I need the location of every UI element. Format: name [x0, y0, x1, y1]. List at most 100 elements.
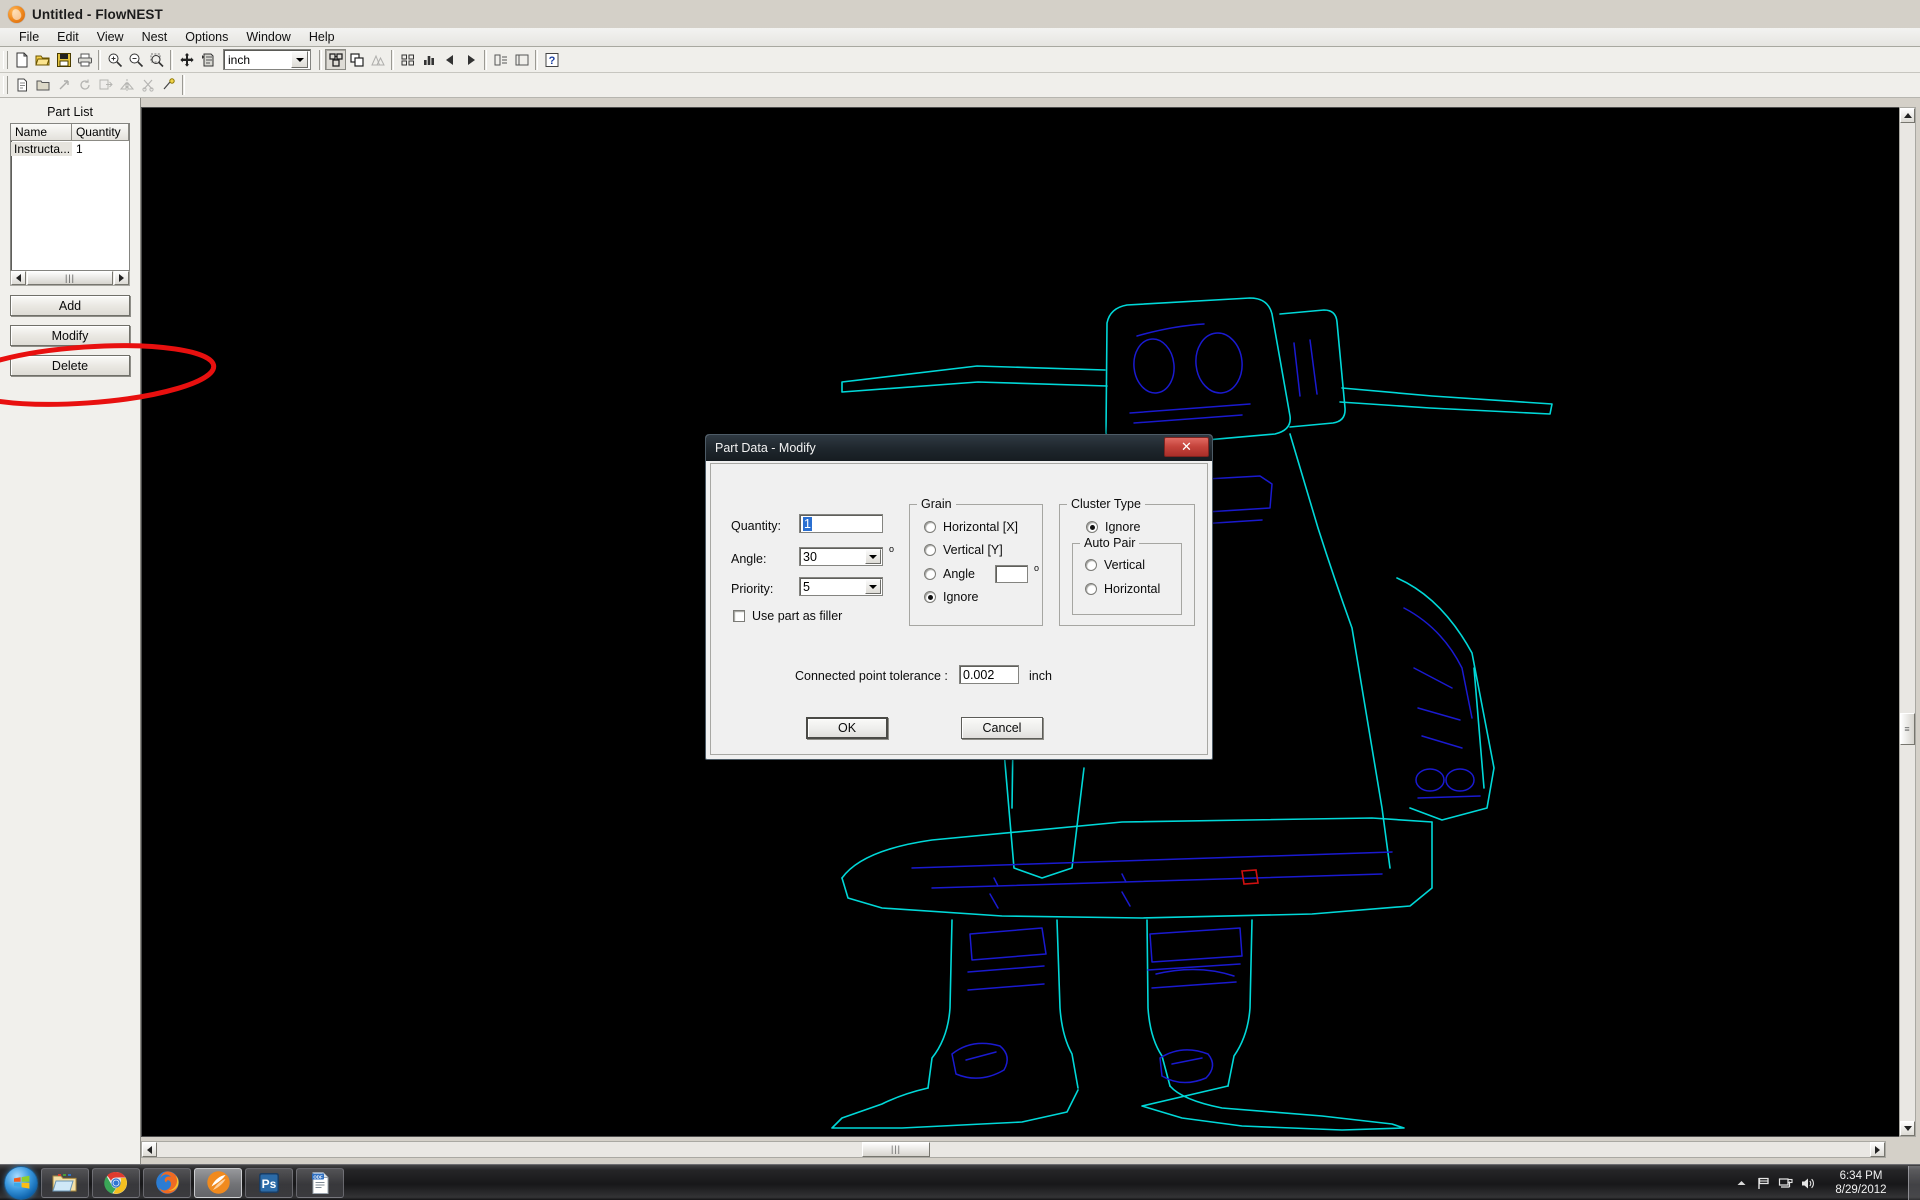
- show-desktop-button[interactable]: [1908, 1166, 1920, 1200]
- report-chart-icon[interactable]: [418, 49, 439, 70]
- grain-ignore-radio[interactable]: Ignore: [924, 590, 978, 604]
- cancel-button[interactable]: Cancel: [961, 717, 1043, 739]
- menu-window[interactable]: Window: [237, 29, 299, 46]
- radio-indicator[interactable]: [1085, 583, 1097, 595]
- toolbar-grip[interactable]: [3, 50, 8, 69]
- column-header-quantity[interactable]: Quantity: [71, 124, 129, 141]
- toolbar-separator: [319, 49, 322, 70]
- canvas-vscrollbar[interactable]: ≡: [1899, 107, 1916, 1137]
- print-icon[interactable]: [74, 49, 95, 70]
- clock[interactable]: 6:34 PM 8/29/2012: [1818, 1169, 1904, 1197]
- modify-part-button[interactable]: Modify: [10, 325, 130, 346]
- units-dropdown-icon[interactable]: [291, 51, 308, 68]
- table-row[interactable]: Instructa... 1: [11, 141, 129, 157]
- delete-part-button[interactable]: Delete: [10, 355, 130, 376]
- sheet-last-icon[interactable]: [511, 49, 532, 70]
- taskbar-photoshop[interactable]: Ps: [245, 1167, 293, 1198]
- auto-pair-group-label: Auto Pair: [1080, 536, 1140, 550]
- hscroll-thumb[interactable]: |||: [862, 1142, 930, 1157]
- auto-pair-horizontal-radio[interactable]: Horizontal: [1085, 582, 1160, 596]
- auto-pair-horizontal-label: Horizontal: [1104, 582, 1161, 596]
- chevron-down-icon[interactable]: [865, 579, 881, 594]
- use-part-as-filler-checkbox[interactable]: Use part as filler: [733, 609, 842, 623]
- new-part-icon[interactable]: [11, 75, 32, 96]
- part-list-table[interactable]: Name Quantity Instructa... 1: [10, 123, 130, 271]
- ok-button[interactable]: OK: [806, 717, 888, 739]
- sheet-first-icon[interactable]: [490, 49, 511, 70]
- grain-vertical-radio[interactable]: Vertical [Y]: [924, 543, 1003, 557]
- menu-options[interactable]: Options: [176, 29, 237, 46]
- units-combo[interactable]: inch: [223, 49, 311, 70]
- scroll-right-icon[interactable]: [114, 271, 129, 285]
- pan-icon[interactable]: [176, 49, 197, 70]
- cluster-ignore-radio[interactable]: Ignore: [1086, 520, 1140, 534]
- angle-combo[interactable]: 30: [799, 547, 883, 566]
- toolbar-grip[interactable]: [3, 76, 8, 94]
- zoom-out-icon[interactable]: [125, 49, 146, 70]
- taskbar-explorer[interactable]: [41, 1167, 89, 1198]
- scroll-down-icon[interactable]: [1900, 1121, 1915, 1136]
- next-sheet-icon[interactable]: [460, 49, 481, 70]
- dialog-titlebar[interactable]: Part Data - Modify ✕: [706, 435, 1212, 461]
- nest-icon[interactable]: [325, 49, 346, 70]
- part-list-panel: Part List Name Quantity Instructa... 1 |…: [0, 98, 141, 1164]
- scroll-left-icon[interactable]: [11, 271, 26, 285]
- hscroll-track[interactable]: |||: [157, 1142, 1870, 1157]
- radio-indicator[interactable]: [924, 521, 936, 533]
- flag-action-center-icon[interactable]: [1752, 1165, 1774, 1200]
- quantity-input[interactable]: 1: [799, 514, 883, 533]
- scroll-right-icon[interactable]: [1870, 1142, 1885, 1157]
- start-orb-icon[interactable]: [4, 1165, 38, 1200]
- copy-part-icon[interactable]: [346, 49, 367, 70]
- checkbox-box[interactable]: [733, 610, 745, 622]
- taskbar-firefox[interactable]: [143, 1167, 191, 1198]
- chevron-down-icon[interactable]: [865, 549, 881, 564]
- grain-angle-radio[interactable]: Angle: [924, 567, 975, 581]
- zoom-window-icon[interactable]: [146, 49, 167, 70]
- add-part-button[interactable]: Add: [10, 295, 130, 316]
- save-file-icon[interactable]: [53, 49, 74, 70]
- canvas-hscrollbar[interactable]: |||: [141, 1141, 1886, 1158]
- part-data-modify-dialog[interactable]: Part Data - Modify ✕ Quantity: 1 Angle: …: [705, 434, 1213, 760]
- radio-indicator[interactable]: [1086, 521, 1098, 533]
- close-icon[interactable]: ✕: [1164, 437, 1209, 457]
- vscroll-thumb[interactable]: ≡: [1900, 713, 1915, 745]
- taskbar-document[interactable]: ODF: [296, 1167, 344, 1198]
- chevron-up-icon[interactable]: [1730, 1165, 1752, 1200]
- new-file-icon[interactable]: [11, 49, 32, 70]
- lead-in-icon[interactable]: [158, 75, 179, 96]
- menu-help[interactable]: Help: [300, 29, 344, 46]
- prev-sheet-icon[interactable]: [439, 49, 460, 70]
- radio-indicator[interactable]: [924, 544, 936, 556]
- radio-indicator[interactable]: [924, 591, 936, 603]
- auto-pair-vertical-radio[interactable]: Vertical: [1085, 558, 1145, 572]
- tolerance-input[interactable]: 0.002: [959, 665, 1019, 684]
- menu-nest[interactable]: Nest: [133, 29, 177, 46]
- radio-indicator[interactable]: [1085, 559, 1097, 571]
- open-file-icon[interactable]: [32, 49, 53, 70]
- scroll-up-icon[interactable]: [1900, 108, 1915, 123]
- network-icon[interactable]: [1774, 1165, 1796, 1200]
- scroll-thumb[interactable]: |||: [27, 271, 113, 285]
- scroll-left-icon[interactable]: [142, 1142, 157, 1157]
- menu-file[interactable]: File: [10, 29, 48, 46]
- zoom-extents-icon[interactable]: [197, 49, 218, 70]
- grain-angle-input[interactable]: [995, 565, 1028, 583]
- grain-horizontal-radio[interactable]: Horizontal [X]: [924, 520, 1018, 534]
- column-header-name[interactable]: Name: [11, 124, 72, 141]
- open-part-icon[interactable]: [32, 75, 53, 96]
- zoom-in-icon[interactable]: [104, 49, 125, 70]
- priority-combo[interactable]: 5: [799, 577, 883, 596]
- help-icon[interactable]: ?: [541, 49, 562, 70]
- volume-icon[interactable]: [1796, 1165, 1818, 1200]
- taskbar-chrome[interactable]: [92, 1167, 140, 1198]
- menu-edit[interactable]: Edit: [48, 29, 88, 46]
- part-list-title: Part List: [47, 105, 93, 119]
- grid-view-icon[interactable]: [397, 49, 418, 70]
- menu-view[interactable]: View: [88, 29, 133, 46]
- part-list-hscrollbar[interactable]: |||: [10, 271, 130, 286]
- radio-indicator[interactable]: [924, 568, 936, 580]
- vscroll-track[interactable]: ≡: [1900, 123, 1915, 1121]
- taskbar-flownest[interactable]: [194, 1167, 242, 1198]
- grain-vertical-label: Vertical [Y]: [943, 543, 1003, 557]
